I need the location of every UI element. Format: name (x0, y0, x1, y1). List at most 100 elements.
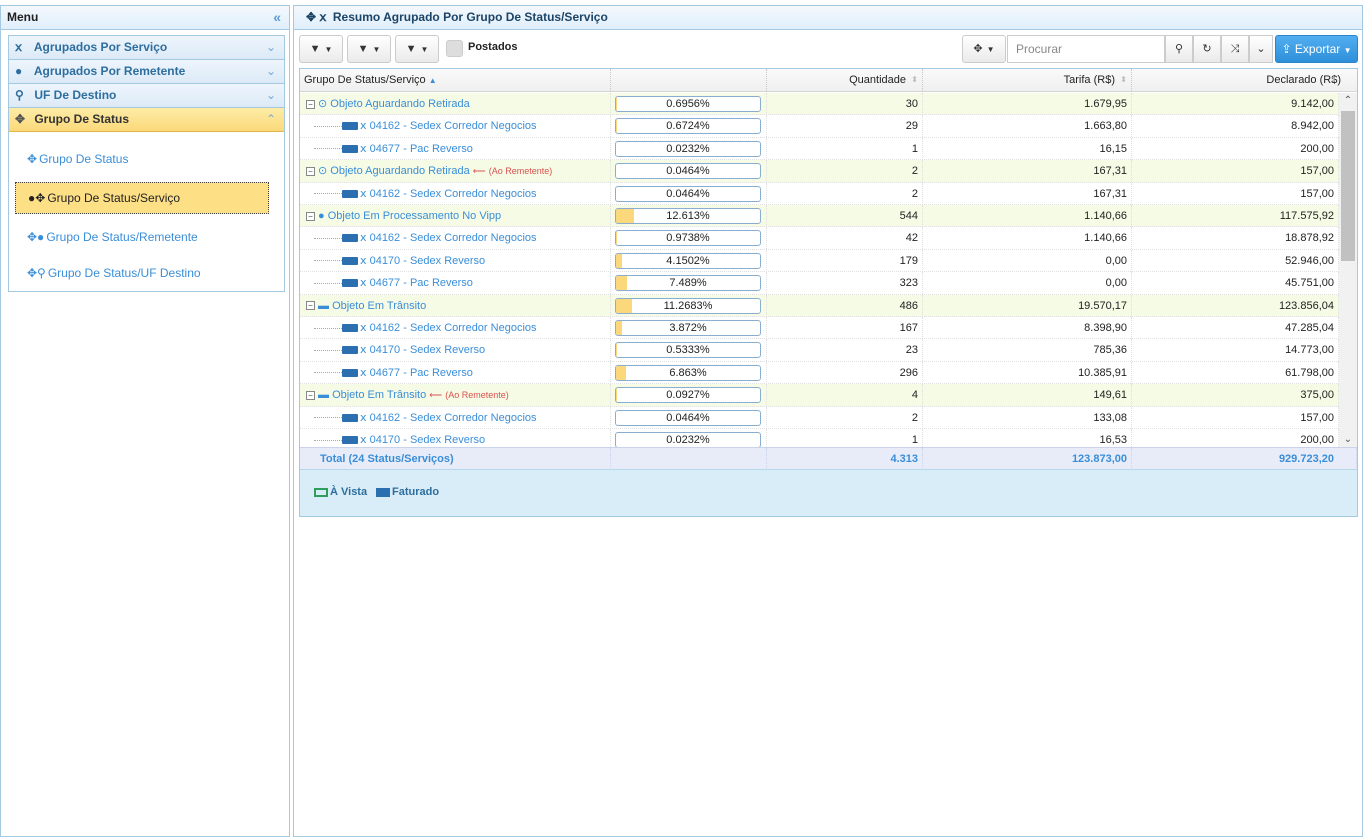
cell-tarifa: 149,61 (923, 384, 1132, 407)
cell-name: ⅹ 04162 - Sedex Corredor Negocios (300, 182, 611, 205)
scroll-thumb[interactable] (1341, 111, 1355, 261)
menu-item-grupo-de-status-remetente[interactable]: ✥● Grupo De Status/Remetente (27, 224, 284, 250)
cell-quantidade: 2 (767, 182, 923, 205)
table-row[interactable]: ⅹ 04162 - Sedex Corredor Negocios 0.9738%… (300, 227, 1339, 250)
search-button[interactable]: ⚲ (1165, 35, 1193, 63)
cell-name: ⅹ 04162 - Sedex Corredor Negocios (300, 317, 611, 339)
shuffle-button[interactable]: ⤨ (1221, 35, 1249, 63)
table-row[interactable]: ⅹ 04170 - Sedex Reverso 0.5333% 23 785,36 14… (300, 339, 1339, 362)
tree-line (314, 372, 342, 374)
cell-declarado: 61.798,00 (1132, 361, 1339, 384)
cell-percent: 0.9738% (611, 227, 767, 250)
globe-icon: ● (318, 210, 328, 222)
group-by-dropdown[interactable]: ✥ ▼ (962, 35, 1006, 63)
table-row[interactable]: ⅹ 04162 - Sedex Corredor Negocios 0.0464%… (300, 182, 1339, 205)
collapse-toggle-icon[interactable]: − (306, 390, 315, 400)
cell-percent: 0.0927% (611, 384, 767, 407)
cell-quantidade: 2 (767, 406, 923, 429)
footer-total-qty: 4.313 (767, 448, 923, 470)
cell-name: − ⊙ Objeto Aguardando Retirada (300, 93, 611, 115)
group-row[interactable]: − ⊙ Objeto Aguardando Retirada ⟵ (Ao Reme… (300, 160, 1339, 183)
column-header-name[interactable]: Grupo De Status/Serviço ▲ (300, 69, 611, 91)
table-row[interactable]: ⅹ 04677 - Pac Reverso 7.489% 323 0,00 45.751… (300, 272, 1339, 295)
refresh-button[interactable]: ↻ (1193, 35, 1221, 63)
credit-card-icon (342, 144, 358, 153)
service-icon: ⅹ (360, 344, 370, 357)
column-header-label: Tarifa (R$) (1063, 74, 1115, 86)
accordion-grupo-de-status[interactable]: ✥ Grupo De Status ⌃ (9, 108, 284, 132)
caret-down-icon: ▼ (372, 45, 381, 54)
shuffle-icon: ⤨ (1230, 43, 1240, 55)
service-icon: ⅹ (360, 434, 370, 446)
collapse-toggle-icon[interactable]: − (306, 301, 315, 311)
cell-name: ⅹ 04677 - Pac Reverso (300, 361, 611, 384)
cell-percent: 0.0232% (611, 429, 767, 447)
menu-item-grupo-de-status-uf-destino[interactable]: ✥⚲ Grupo De Status/UF Destino (27, 260, 284, 286)
scroll-up-icon[interactable]: ⌃ (1339, 95, 1357, 106)
column-header-declarado[interactable]: Declarado (R$) ⬍ (1132, 69, 1357, 91)
cell-tarifa: 1.140,66 (923, 205, 1132, 227)
chevron-double-up-icon: ⌃ (265, 112, 276, 126)
collapse-toggle-icon[interactable]: − (306, 99, 315, 109)
table-row[interactable]: ⅹ 04677 - Pac Reverso 0.0232% 1 16,15 200,00 (300, 137, 1339, 161)
filter-icon: ▼ (405, 43, 417, 55)
accordion-agrupados-por-servico[interactable]: ⅹ Agrupados Por Serviço ⌄ (9, 36, 284, 60)
table-row[interactable]: ⅹ 04677 - Pac Reverso 6.863% 296 10.385,91 6… (300, 361, 1339, 385)
percent-text: 0.0927% (666, 389, 710, 402)
column-header-tarifa[interactable]: Tarifa (R$) ⬍ (923, 69, 1132, 91)
service-name: 04170 - Sedex Reverso (369, 254, 486, 267)
percent-text: 7.489% (669, 277, 707, 290)
service-name: 04170 - Sedex Reverso (369, 434, 486, 446)
credit-card-icon (342, 368, 358, 377)
accordion-agrupados-por-remetente[interactable]: ● Agrupados Por Remetente ⌄ (9, 60, 284, 84)
service-icon: ⅹ (360, 120, 370, 133)
cell-percent: 0.0464% (611, 160, 767, 183)
cell-quantidade: 4 (767, 384, 923, 407)
collapse-menu-icon[interactable]: « (273, 6, 281, 29)
accordion-uf-de-destino[interactable]: ⚲ UF De Destino ⌄ (9, 84, 284, 108)
collapse-toggle-icon[interactable]: − (306, 211, 315, 221)
move-user-icon: ✥● (27, 230, 45, 244)
vertical-scrollbar[interactable]: ⌃ ⌄ (1339, 93, 1357, 447)
group-row[interactable]: − ▬ Objeto Em Trânsito 11.2683% 486 19.570,1… (300, 294, 1339, 317)
credit-card-icon (342, 436, 358, 445)
column-header-quantidade[interactable]: Quantidade ⬍ (767, 69, 923, 91)
scroll-down-icon[interactable]: ⌄ (1339, 434, 1357, 445)
service-name: 04170 - Sedex Reverso (369, 344, 486, 357)
cell-percent: 0.0464% (611, 406, 767, 429)
return-arrow-icon: ⟵ (429, 390, 443, 401)
group-row[interactable]: − ● Objeto Em Processamento No Vipp 12.613… (300, 205, 1339, 228)
return-arrow-icon: ⟵ (472, 166, 486, 177)
expand-button[interactable]: ⌄ (1249, 35, 1273, 63)
group-row[interactable]: − ⊙ Objeto Aguardando Retirada 0.6956% 30 1.… (300, 93, 1339, 116)
group-row[interactable]: − ▬ Objeto Em Trânsito ⟵ (Ao Remetente) 0.… (300, 384, 1339, 407)
cell-declarado: 14.773,00 (1132, 339, 1339, 362)
tree-line (314, 260, 342, 262)
collapse-toggle-icon[interactable]: − (306, 166, 315, 176)
percent-text: 3.872% (669, 322, 707, 334)
postados-checkbox[interactable] (446, 40, 463, 57)
table-row[interactable]: ⅹ 04162 - Sedex Corredor Negocios 0.6724%… (300, 115, 1339, 138)
menu-item-label: Grupo De Status (39, 152, 129, 166)
percent-text: 0.9738% (666, 232, 710, 245)
filter-dropdown-1[interactable]: ▼ ▼ (299, 35, 343, 63)
table-row[interactable]: ⅹ 04162 - Sedex Corredor Negocios 0.0464%… (300, 406, 1339, 429)
menu-item-grupo-de-status-servico[interactable]: ●✥ Grupo De Status/Serviço (15, 182, 269, 214)
table-row[interactable]: ⅹ 04170 - Sedex Reverso 0.0232% 1 16,53 200,… (300, 429, 1339, 447)
cell-quantidade: 167 (767, 317, 923, 339)
cell-percent: 7.489% (611, 272, 767, 295)
legend-label: Faturado (392, 486, 440, 498)
percent-text: 6.863% (669, 366, 707, 379)
table-row[interactable]: ⅹ 04162 - Sedex Corredor Negocios 3.872% 1… (300, 317, 1339, 340)
menu-item-grupo-de-status[interactable]: ✥ Grupo De Status (27, 146, 284, 172)
filter-dropdown-3[interactable]: ▼ ▼ (395, 35, 439, 63)
search-input[interactable] (1007, 35, 1165, 63)
cell-quantidade: 323 (767, 272, 923, 295)
table-row[interactable]: ⅹ 04170 - Sedex Reverso 4.1502% 179 0,00 52.… (300, 249, 1339, 273)
filter-dropdown-2[interactable]: ▼ ▼ (347, 35, 391, 63)
percent-bar: 7.489% (615, 275, 761, 292)
menu-title: Menu (7, 10, 39, 24)
chevron-double-down-icon: ⌄ (265, 40, 276, 54)
cell-name: ⅹ 04677 - Pac Reverso (300, 137, 611, 160)
export-button[interactable]: ⇪ Exportar ▼ (1275, 35, 1358, 63)
